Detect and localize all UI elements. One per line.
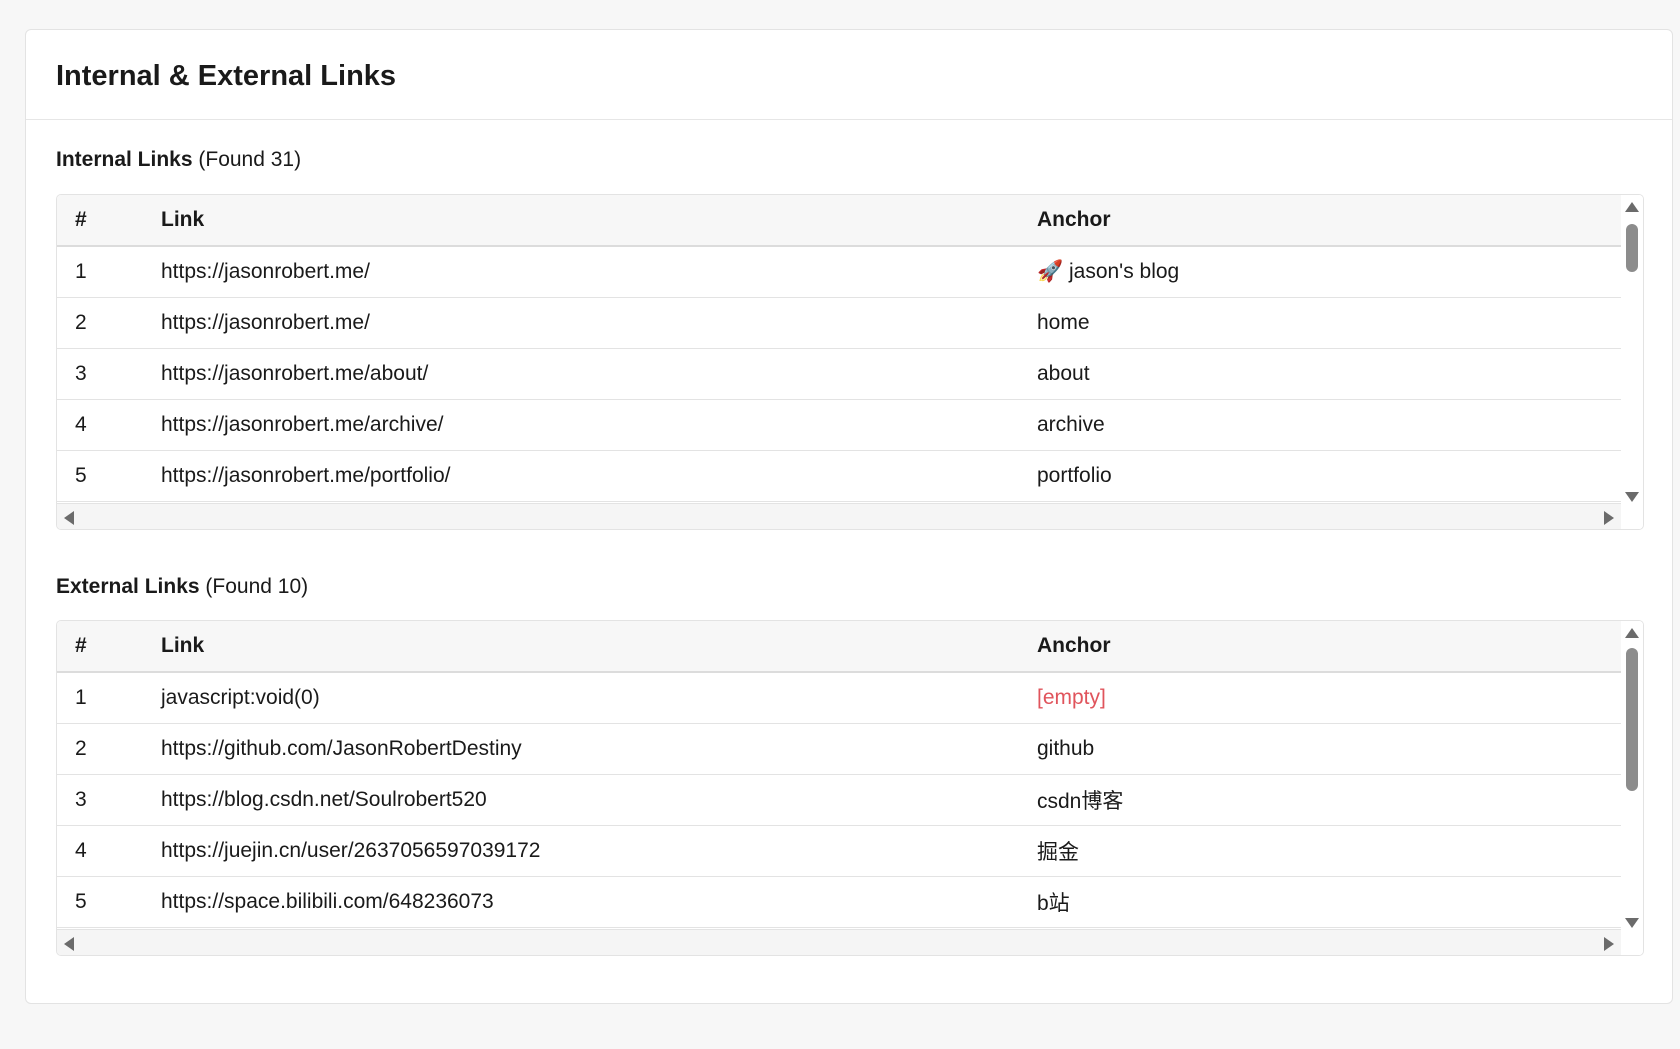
external-links-count: (Found 10) — [205, 575, 309, 598]
row-link: https://jasonrobert.me/ — [161, 246, 1037, 298]
table-row: 4 https://jasonrobert.me/archive/ archiv… — [57, 399, 1621, 451]
row-number: 1 — [57, 672, 161, 724]
scroll-up-icon[interactable] — [1625, 202, 1639, 212]
row-link: https://blog.csdn.net/Soulrobert520 — [161, 774, 1037, 826]
column-header-link: Link — [161, 621, 1037, 673]
column-header-number: # — [57, 621, 161, 673]
scroll-left-icon[interactable] — [64, 511, 74, 525]
scroll-left-icon[interactable] — [64, 937, 74, 951]
row-anchor: archive — [1037, 399, 1621, 451]
row-number: 1 — [57, 246, 161, 298]
row-number: 2 — [57, 723, 161, 775]
scrollbar-thumb[interactable] — [1626, 224, 1638, 272]
page-title: Internal & External Links — [56, 60, 397, 92]
row-anchor: b站 — [1037, 876, 1621, 928]
table-row: 5 https://jasonrobert.me/portfolio/ port… — [57, 450, 1621, 502]
internal-links-count: (Found 31) — [198, 148, 302, 171]
row-link: https://juejin.cn/user/2637056597039172 — [161, 825, 1037, 877]
external-links-label: External Links — [56, 575, 200, 598]
table-header-row: # Link Anchor — [57, 621, 1621, 673]
table-row: 3 https://jasonrobert.me/about/ about — [57, 348, 1621, 400]
column-header-number: # — [57, 195, 161, 247]
row-anchor: 🚀 jason's blog — [1037, 246, 1621, 298]
external-links-heading: External Links (Found 10) — [56, 575, 308, 599]
vertical-scrollbar[interactable] — [1621, 621, 1643, 931]
row-number: 4 — [57, 825, 161, 877]
scrollbar-thumb[interactable] — [1626, 648, 1638, 791]
column-header-link: Link — [161, 195, 1037, 247]
vertical-scrollbar[interactable] — [1621, 195, 1643, 505]
scroll-up-icon[interactable] — [1625, 628, 1639, 638]
row-number: 5 — [57, 450, 161, 502]
table-header-row: # Link Anchor — [57, 195, 1621, 247]
table-row: 1 https://jasonrobert.me/ 🚀 jason's blog — [57, 246, 1621, 298]
row-anchor: 掘金 — [1037, 825, 1621, 877]
column-header-anchor: Anchor — [1037, 195, 1621, 247]
internal-links-label: Internal Links — [56, 148, 193, 171]
scroll-down-icon[interactable] — [1625, 918, 1639, 928]
table-row: 2 https://jasonrobert.me/ home — [57, 297, 1621, 349]
table-row: 4 https://juejin.cn/user/263705659703917… — [57, 825, 1621, 877]
row-anchor: home — [1037, 297, 1621, 349]
external-links-table: # Link Anchor 1 javascript:void(0) [empt… — [57, 621, 1621, 928]
internal-links-table: # Link Anchor 1 https://jasonrobert.me/ … — [57, 195, 1621, 502]
scroll-down-icon[interactable] — [1625, 492, 1639, 502]
column-header-anchor: Anchor — [1037, 621, 1621, 673]
row-number: 3 — [57, 774, 161, 826]
horizontal-scrollbar[interactable] — [57, 929, 1621, 955]
row-number: 4 — [57, 399, 161, 451]
row-link: javascript:void(0) — [161, 672, 1037, 724]
scrollbar-corner — [1621, 929, 1643, 955]
table-row: 2 https://github.com/JasonRobertDestiny … — [57, 723, 1621, 775]
row-link: https://jasonrobert.me/ — [161, 297, 1037, 349]
row-link: https://jasonrobert.me/portfolio/ — [161, 450, 1037, 502]
row-link: https://github.com/JasonRobertDestiny — [161, 723, 1037, 775]
row-link: https://space.bilibili.com/648236073 — [161, 876, 1037, 928]
row-anchor: about — [1037, 348, 1621, 400]
row-number: 2 — [57, 297, 161, 349]
table-row: 5 https://space.bilibili.com/648236073 b… — [57, 876, 1621, 928]
row-number: 5 — [57, 876, 161, 928]
internal-links-table-container[interactable]: # Link Anchor 1 https://jasonrobert.me/ … — [56, 194, 1644, 530]
row-link: https://jasonrobert.me/archive/ — [161, 399, 1037, 451]
row-number: 3 — [57, 348, 161, 400]
internal-links-heading: Internal Links (Found 31) — [56, 148, 301, 172]
links-card: Internal & External Links Internal Links… — [25, 29, 1673, 1004]
scroll-right-icon[interactable] — [1604, 511, 1614, 525]
scroll-right-icon[interactable] — [1604, 937, 1614, 951]
table-row: 1 javascript:void(0) [empty] — [57, 672, 1621, 724]
card-header: Internal & External Links — [26, 30, 1672, 120]
external-links-table-container[interactable]: # Link Anchor 1 javascript:void(0) [empt… — [56, 620, 1644, 956]
row-link: https://jasonrobert.me/about/ — [161, 348, 1037, 400]
row-anchor: portfolio — [1037, 450, 1621, 502]
row-anchor-empty: [empty] — [1037, 672, 1621, 724]
horizontal-scrollbar[interactable] — [57, 503, 1621, 529]
row-anchor: github — [1037, 723, 1621, 775]
table-row: 3 https://blog.csdn.net/Soulrobert520 cs… — [57, 774, 1621, 826]
scrollbar-corner — [1621, 503, 1643, 529]
row-anchor: csdn博客 — [1037, 774, 1621, 826]
